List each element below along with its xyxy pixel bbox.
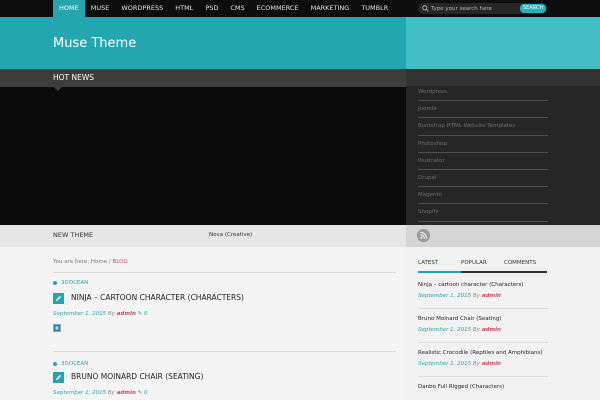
breadcrumb-prefix: You are here: [53,259,90,265]
top-navigation: HOME MUSE WORDPRESS HTML PSD CMS ECOMMER… [0,0,600,17]
search-input[interactable] [431,3,513,14]
post-date: September 1, 2015 [53,390,107,396]
nav-item-html[interactable]: HTML [169,0,199,17]
category-item-wordpress[interactable]: Wordpress [418,84,548,102]
new-theme-strip-right [406,225,600,247]
category-item-magento[interactable]: Magento [418,187,548,205]
pencil-icon [53,293,64,304]
category-item-joomla[interactable]: Joomla [418,101,548,119]
post-comments[interactable]: 0 [144,390,148,396]
sidebar-divider [418,376,548,377]
sidebar-tabs: LATEST POPULAR COMMENTS [418,259,547,273]
post-title[interactable]: NINJA – CARTOON CHARACTER (CHARACTERS) [71,293,244,302]
category-item-drupal[interactable]: Drupal [418,170,548,188]
post-date: September 1, 2015 [53,311,107,317]
sidebar-post-title[interactable]: Danbo Full Rigged (Characters) [418,384,548,390]
tab-popular[interactable]: POPULAR [461,259,504,273]
nav-item-wordpress[interactable]: WORDPRESS [115,0,169,17]
post-by: By [107,390,115,396]
nav-item-tumblr[interactable]: TUMBLR [355,0,394,17]
search-icon [422,5,429,12]
share-icon[interactable] [53,324,61,332]
post-category[interactable]: 3DOCEAN [53,280,88,286]
category-item-photoshop[interactable]: Photoshop [418,136,548,153]
breadcrumb-separator: / [108,259,111,265]
post-divider [53,351,396,352]
content-divider [53,272,396,273]
new-theme-title: NEW THEME [53,231,94,239]
nav-item-home[interactable]: HOME [53,0,85,17]
nav-item-ecommerce[interactable]: ECOMMERCE [251,0,305,17]
post-title[interactable]: BRUNO MOINARD CHAIR (SEATING) [71,372,203,381]
comment-icon: ✎ [137,311,143,317]
sidebar-divider [418,308,548,309]
comment-icon: ✎ [137,390,143,396]
nav-item-marketing[interactable]: MARKETING [305,0,356,17]
nav-item-cms[interactable]: CMS [224,0,250,17]
sidebar-post-title[interactable]: Realistic Crocodile (Reptiles and Amphib… [418,350,548,356]
tab-comments[interactable]: COMMENTS [504,259,547,273]
sidebar-post: Ninja – cartoon character (Characters) S… [418,282,548,299]
post-author[interactable]: admin [117,390,136,396]
header-banner-right [406,17,600,69]
post-by: By [107,311,115,317]
category-item-illustrator[interactable]: Illustrator [418,153,548,170]
post-comments[interactable]: 0 [144,311,148,317]
sidebar-post: Danbo Full Rigged (Characters) [418,384,548,390]
sidebar-post-meta: September 1, 2015 By admin [418,327,501,333]
post-category[interactable]: 3DOCEAN [53,361,88,367]
post-meta: September 1, 2015 By admin ✎ 0 [53,311,147,317]
category-item-shopify[interactable]: Shopify [418,204,548,222]
nav-item-muse[interactable]: MUSE [85,0,116,17]
hot-news-slider [0,69,406,225]
sidebar-divider [418,342,548,343]
search-button[interactable]: SEARCH [520,4,546,13]
site-title[interactable]: Muse Theme [53,36,136,51]
nav-item-psd[interactable]: PSD [199,0,224,17]
sidebar-post-meta: September 1, 2015 By admin [418,293,501,299]
sidebar-post-title[interactable]: Ninja – cartoon character (Characters) [418,282,548,288]
category-item-bootstrap[interactable]: Bootstrap HTML Website Templates [418,118,548,136]
sidebar-post-title[interactable]: Bruno Moinard Chair (Seating) [418,316,548,322]
search-box: SEARCH [418,3,547,14]
category-dot-icon [53,361,57,366]
category-list: Wordpress Joomla Bootstrap HTML Website … [418,84,548,222]
breadcrumb-current: BLOG [112,259,128,265]
sidebar-post-meta: September 1, 2015 By admin [418,361,501,367]
post-author[interactable]: admin [117,311,136,317]
sidebar-post: Bruno Moinard Chair (Seating) September … [418,316,548,333]
post-meta: September 1, 2015 By admin ✎ 0 [53,390,147,396]
breadcrumb: You are here: Home / BLOG [53,259,128,265]
rss-icon[interactable] [417,229,430,242]
hot-news-title: HOT NEWS [53,73,95,82]
tab-latest[interactable]: LATEST [418,259,461,273]
nav-menu: HOME MUSE WORDPRESS HTML PSD CMS ECOMMER… [53,0,394,17]
hot-news-pointer [54,87,62,91]
category-dot-icon [53,280,57,285]
pencil-icon [53,372,64,383]
new-theme-ticker[interactable]: Nova (Creative) [209,232,252,238]
breadcrumb-home[interactable]: Home [91,259,107,265]
sidebar-post: Realistic Crocodile (Reptiles and Amphib… [418,350,548,367]
